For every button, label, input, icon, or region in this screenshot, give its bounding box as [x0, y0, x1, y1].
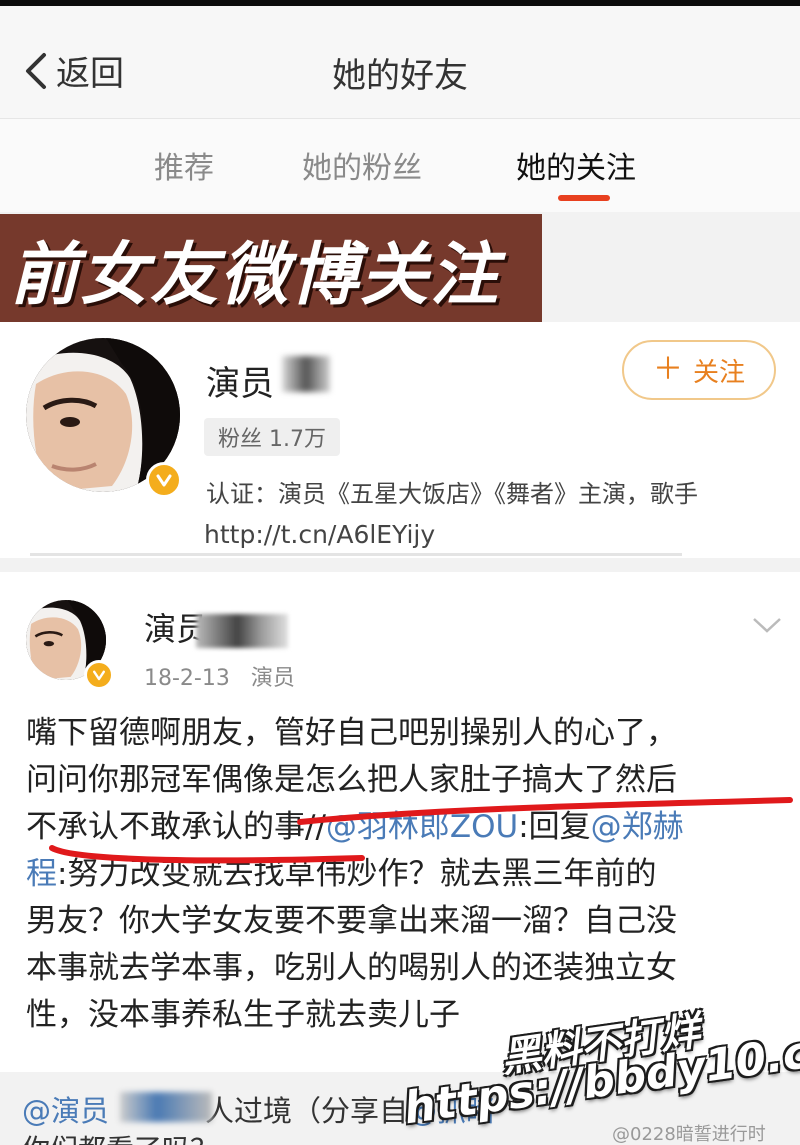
mention-link[interactable]: @羽林郎ZOU: [326, 809, 518, 845]
post-text: :努力改变就去找草伟炒作？就去黑三年前的: [57, 856, 657, 892]
post-text: :回复: [518, 809, 591, 845]
card-divider: [30, 548, 682, 556]
chevron-down-icon[interactable]: [752, 616, 782, 634]
repost-line: 你们都看了吗？…: [22, 1128, 246, 1145]
redaction-blur: [120, 1092, 212, 1122]
post-line: 不承认不敢承认的事//@羽林郎ZOU:回复@郑赫: [26, 804, 786, 851]
weibo-watermark: @0228暗誓进行时: [612, 1124, 766, 1145]
caption-banner: 前女友微博关注: [0, 214, 542, 322]
user-name[interactable]: 演员: [206, 356, 274, 405]
verification-info: 认证：演员《五星大饭店》《舞者》主演，歌手: [206, 480, 698, 508]
post-line: 问问你那冠军偶像是怎么把人家肚子搞大了然后: [26, 762, 677, 798]
plus-icon: ＋: [652, 352, 683, 387]
mention-link[interactable]: @郑赫: [591, 809, 684, 845]
mention-link[interactable]: 程: [26, 856, 57, 892]
post-line: 本事就去学本事，吃别人的喝别人的还装独立女: [26, 950, 677, 986]
repost-text: 人过境（分享自: [205, 1094, 409, 1128]
tab-her-fans[interactable]: 她的粉丝: [302, 143, 422, 187]
post-meta: 18-2-13 演员: [144, 660, 295, 692]
active-tab-indicator: [558, 195, 610, 201]
follow-label: 关注: [692, 357, 745, 388]
profile-link[interactable]: http://t.cn/A6lEYijy: [204, 520, 435, 549]
tab-her-following[interactable]: 她的关注: [516, 143, 636, 187]
redaction-blur: [282, 356, 330, 392]
verified-badge-icon: [84, 660, 114, 690]
mention-link[interactable]: @演员: [22, 1094, 109, 1128]
post-date: 18-2-13: [144, 666, 230, 691]
post-line: 程:努力改变就去找草伟炒作？就去黑三年前的: [26, 851, 786, 898]
follow-button[interactable]: ＋ 关注: [622, 340, 776, 400]
post-source: 演员: [250, 666, 295, 691]
post-line: 嘴下留德啊朋友，管好自己吧别操别人的心了，: [26, 715, 677, 751]
post-line: 男友？你大学女友要不要拿出来溜一溜？自己没: [26, 903, 677, 939]
post-body: 嘴下留德啊朋友，管好自己吧别操别人的心了， 问问你那冠军偶像是怎么把人家肚子搞大…: [26, 710, 786, 1039]
caption-text: 前女友微博关注: [10, 234, 501, 315]
tab-recommend[interactable]: 推荐: [154, 143, 214, 187]
verified-badge-icon: [146, 462, 182, 498]
fans-count-badge: 粉丝 1.7万: [204, 418, 340, 456]
page-title: 她的好友: [332, 56, 468, 96]
tab-bar: 推荐 她的粉丝 她的关注: [0, 118, 800, 212]
redaction-blur: [196, 614, 288, 648]
post-text: 不承认不敢承认的事//: [26, 809, 326, 845]
